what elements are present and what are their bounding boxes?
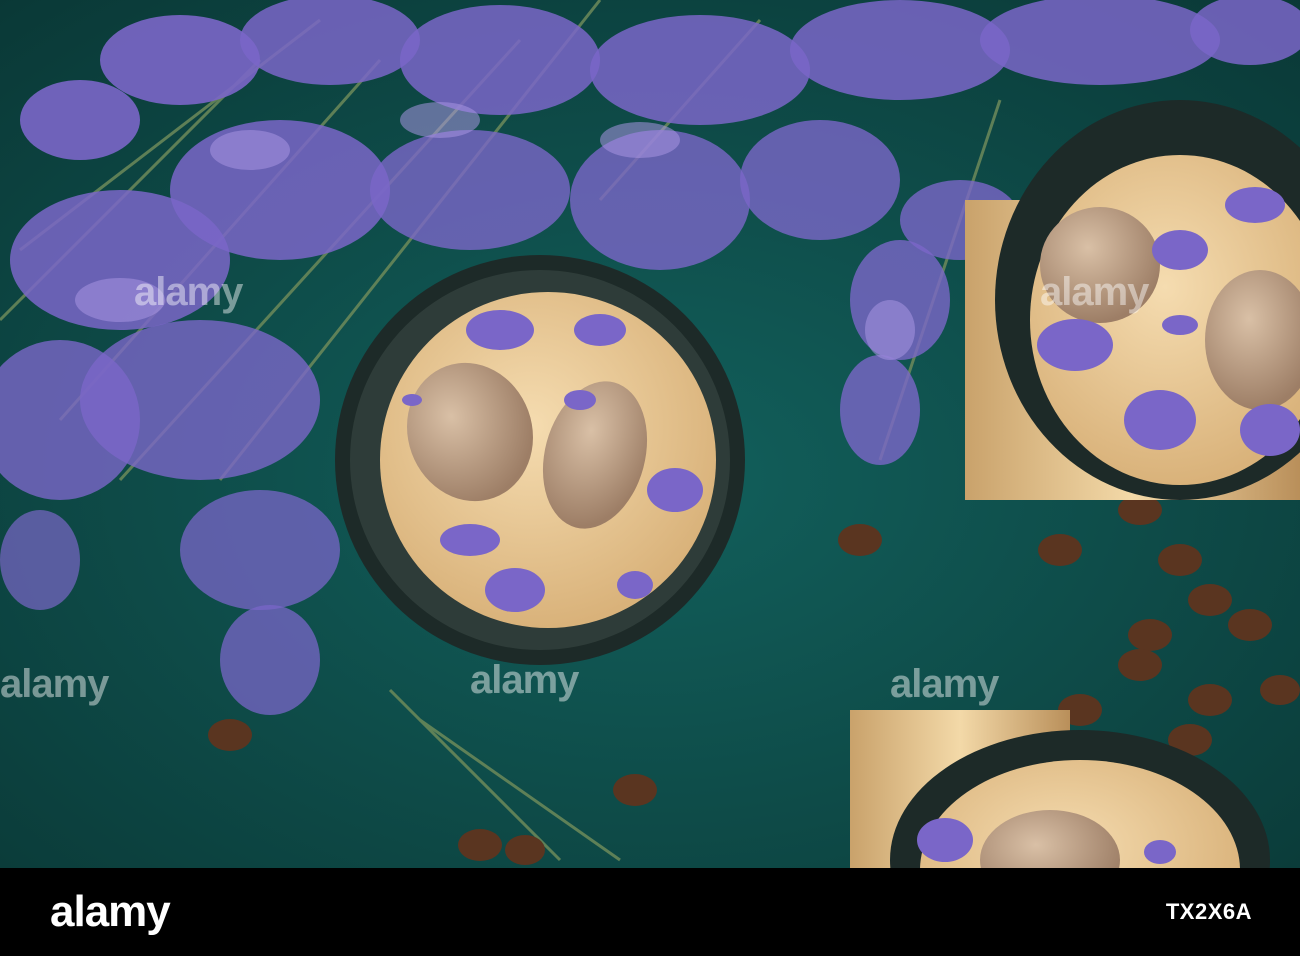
glass-center — [335, 255, 745, 665]
photo-illustration — [0, 0, 1300, 868]
footer-bar: alamy TX2X6A — [0, 868, 1300, 956]
watermark-text: alamy — [1040, 270, 1149, 314]
watermark-text: alamy — [890, 662, 999, 706]
watermark-text: alamy — [134, 270, 243, 314]
brand-logo: alamy — [50, 887, 171, 936]
stock-photo: alamy alamy alamy alamy alamy — [0, 0, 1300, 868]
image-id: TX2X6A — [1165, 899, 1252, 924]
watermark-text: alamy — [0, 662, 109, 706]
watermark-text: alamy — [470, 658, 579, 702]
